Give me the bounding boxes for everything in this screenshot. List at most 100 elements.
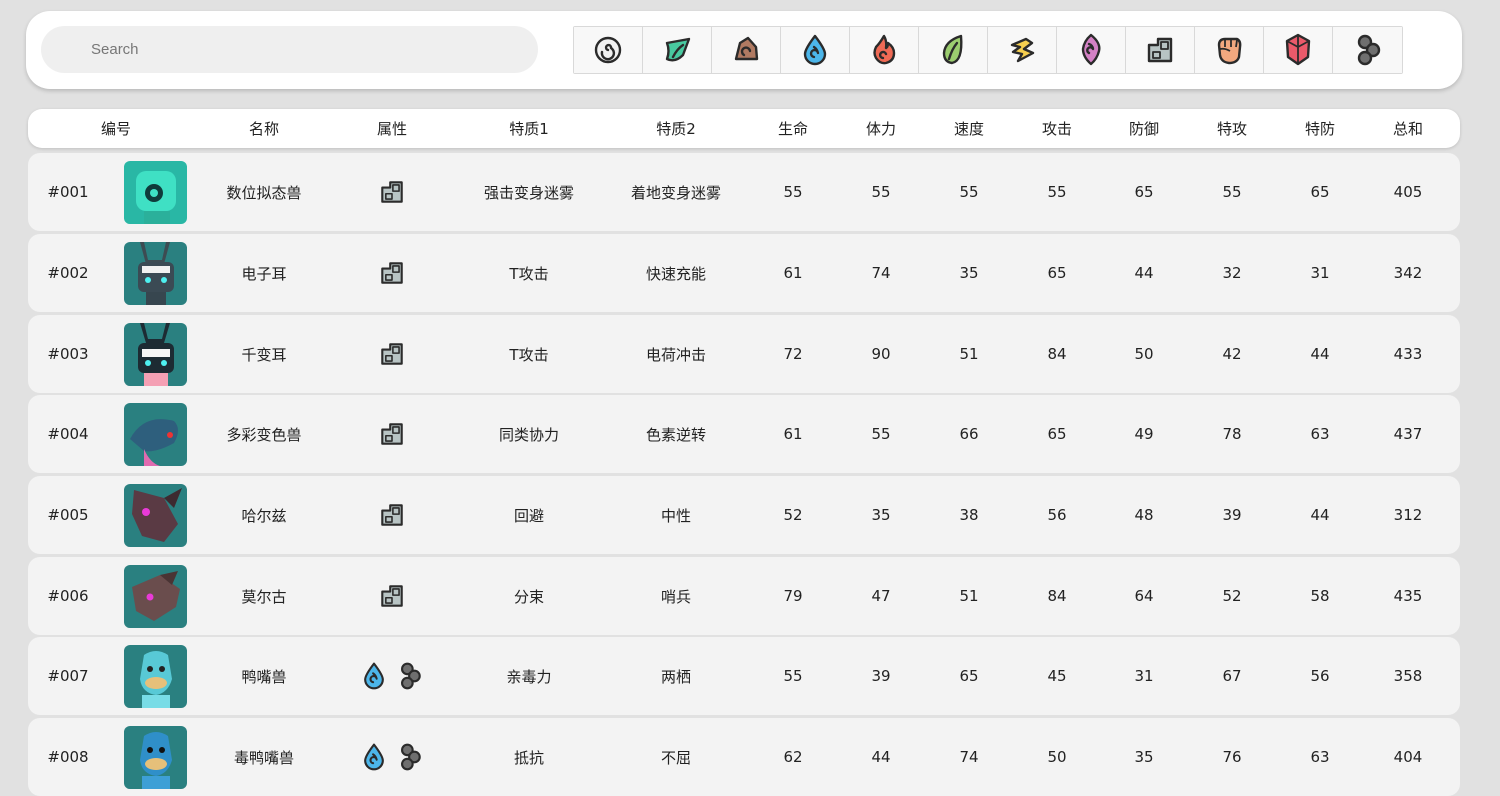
header-stamina[interactable]: 体力 (866, 109, 896, 148)
stat-speed: 74 (959, 748, 979, 766)
mechanical-type-icon (377, 419, 407, 449)
stat-defense: 31 (1134, 667, 1154, 685)
monster-name[interactable]: 哈尔兹 (241, 476, 286, 554)
stat-defense: 35 (1134, 748, 1154, 766)
header-trait2[interactable]: 特质2 (656, 109, 696, 148)
header-defense[interactable]: 防御 (1129, 109, 1159, 148)
stat-stamina: 90 (871, 345, 891, 363)
table-row[interactable]: #007 鸭嘴兽 亲毒力 两栖 55 39 65 45 31 67 56 358 (28, 637, 1460, 715)
crystal-type-filter-button[interactable] (1264, 27, 1333, 73)
table-row[interactable]: #006 莫尔古 分束 哨兵 79 47 51 84 64 52 58 435 (28, 557, 1460, 635)
table-row[interactable]: #002 电子耳 T攻击 快速充能 61 74 35 65 44 32 31 342 (28, 234, 1460, 312)
stat-defense: 65 (1134, 183, 1154, 201)
header-total[interactable]: 总和 (1393, 109, 1423, 148)
mechanical-type-icon (377, 258, 407, 288)
stat-hp: 72 (783, 345, 803, 363)
header-trait1[interactable]: 特质1 (509, 109, 549, 148)
water-type-filter-button[interactable] (781, 27, 850, 73)
stat-total: 312 (1393, 506, 1423, 524)
stat-stamina: 74 (871, 264, 891, 282)
psychic-type-filter-button[interactable] (1057, 27, 1126, 73)
stat-speed: 51 (959, 345, 979, 363)
header-sp-defense[interactable]: 特防 (1305, 109, 1335, 148)
header-attack[interactable]: 攻击 (1042, 109, 1072, 148)
stat-speed: 38 (959, 506, 979, 524)
fire-type-filter-button[interactable] (850, 27, 919, 73)
stat-hp: 52 (783, 506, 803, 524)
monster-name[interactable]: 数位拟态兽 (226, 153, 301, 231)
stat-attack: 55 (1047, 183, 1067, 201)
monster-avatar[interactable] (124, 403, 187, 466)
stat-sp-defense: 63 (1310, 425, 1330, 443)
header-hp[interactable]: 生命 (778, 109, 808, 148)
stat-speed: 51 (959, 587, 979, 605)
monster-id: #005 (47, 506, 89, 524)
trait1: 同类协力 (498, 425, 560, 444)
table-row[interactable]: #008 毒鸭嘴兽 抵抗 不屈 62 44 74 50 35 76 63 404 (28, 718, 1460, 796)
monster-types (377, 395, 407, 473)
monster-id: #007 (47, 667, 89, 685)
stat-sp-attack: 42 (1222, 345, 1242, 363)
stat-stamina: 44 (871, 748, 891, 766)
monster-avatar[interactable] (124, 484, 187, 547)
stat-sp-attack: 32 (1222, 264, 1242, 282)
monster-types (377, 315, 407, 393)
monster-avatar[interactable] (124, 645, 187, 708)
monster-avatar[interactable] (124, 323, 187, 386)
stat-total: 437 (1393, 425, 1423, 443)
leaf-type-icon (937, 33, 969, 67)
trait1: T攻击 (509, 264, 549, 283)
stat-attack: 84 (1047, 345, 1067, 363)
poison-type-filter-button[interactable] (1333, 27, 1402, 73)
monster-name[interactable]: 莫尔古 (241, 557, 286, 635)
stat-total: 405 (1393, 183, 1423, 201)
monster-id: #002 (47, 264, 89, 282)
mechanical-type-filter-button[interactable] (1126, 27, 1195, 73)
stat-hp: 79 (783, 587, 803, 605)
monster-avatar[interactable] (124, 726, 187, 789)
stat-hp: 55 (783, 667, 803, 685)
search-input[interactable] (41, 26, 538, 73)
monster-avatar[interactable] (124, 161, 187, 224)
header-speed[interactable]: 速度 (954, 109, 984, 148)
grass-type-filter-button[interactable] (643, 27, 712, 73)
trait2: 哨兵 (660, 587, 692, 606)
stat-speed: 66 (959, 425, 979, 443)
mechanical-type-icon (1144, 33, 1176, 67)
monster-name[interactable]: 千变耳 (241, 315, 286, 393)
leaf-type-filter-button[interactable] (919, 27, 988, 73)
mechanical-type-icon (377, 177, 407, 207)
monster-avatar[interactable] (124, 242, 187, 305)
electric-type-filter-button[interactable] (988, 27, 1057, 73)
table-row[interactable]: #005 哈尔兹 回避 中性 52 35 38 56 48 39 44 312 (28, 476, 1460, 554)
psychic-type-icon (1075, 33, 1107, 67)
stat-stamina: 47 (871, 587, 891, 605)
monster-name[interactable]: 电子耳 (241, 234, 286, 312)
monster-name[interactable]: 多彩变色兽 (226, 395, 301, 473)
stat-sp-defense: 65 (1310, 183, 1330, 201)
header-type[interactable]: 属性 (377, 109, 407, 148)
ground-type-filter-button[interactable] (712, 27, 781, 73)
table-row[interactable]: #001 数位拟态兽 强击变身迷雾 着地变身迷雾 55 55 55 55 65 55 65 405 (28, 153, 1460, 231)
table-row[interactable]: #004 多彩变色兽 同类协力 色素逆转 61 55 66 65 49 78 63 437 (28, 395, 1460, 473)
stat-sp-attack: 78 (1222, 425, 1242, 443)
stat-sp-defense: 63 (1310, 748, 1330, 766)
trait1: 抵抗 (513, 748, 545, 767)
header-id[interactable]: 编号 (101, 109, 131, 148)
monster-avatar[interactable] (124, 565, 187, 628)
normal-type-filter-button[interactable] (574, 27, 643, 73)
trait2: 着地变身迷雾 (630, 183, 722, 202)
header-name[interactable]: 名称 (249, 109, 279, 148)
poison-type-icon (1352, 33, 1384, 67)
monster-name[interactable]: 毒鸭嘴兽 (234, 718, 294, 796)
stat-total: 435 (1393, 587, 1423, 605)
header-sp-attack[interactable]: 特攻 (1217, 109, 1247, 148)
water-type-icon (359, 742, 389, 772)
trait2: 色素逆转 (645, 425, 707, 444)
poison-type-icon (395, 661, 425, 691)
table-row[interactable]: #003 千变耳 T攻击 电荷冲击 72 90 51 84 50 42 44 433 (28, 315, 1460, 393)
monster-name[interactable]: 鸭嘴兽 (241, 637, 286, 715)
fighting-type-filter-button[interactable] (1195, 27, 1264, 73)
monster-types (359, 718, 425, 796)
stat-sp-attack: 39 (1222, 506, 1242, 524)
